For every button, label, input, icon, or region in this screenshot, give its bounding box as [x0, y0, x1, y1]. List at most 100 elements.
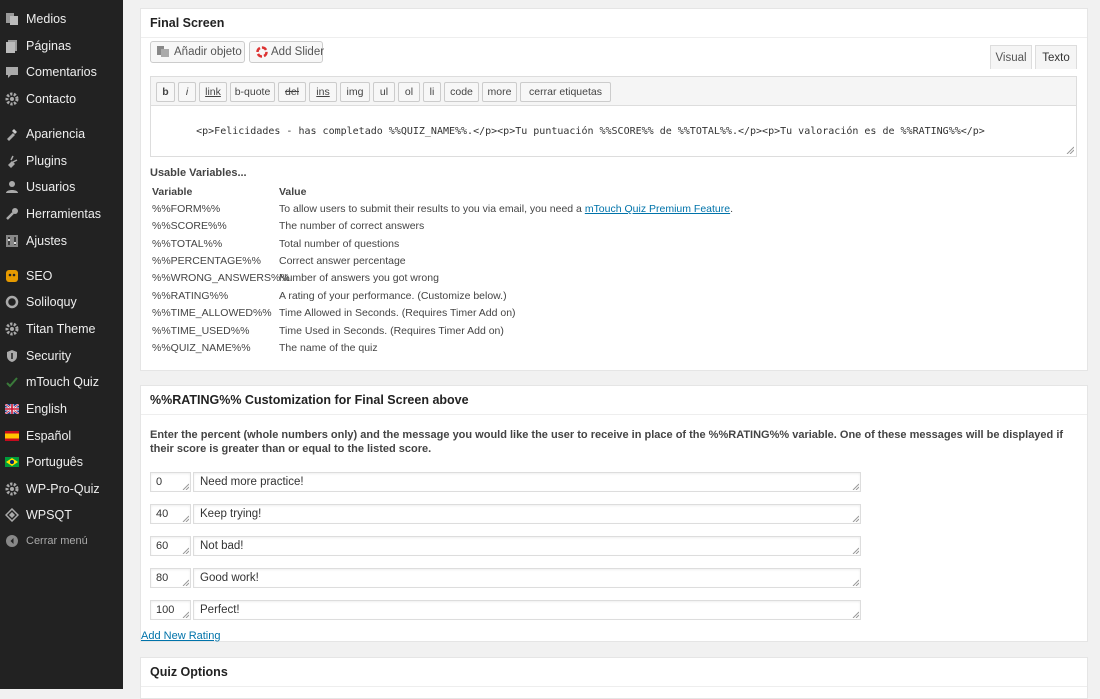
resize-handle-icon[interactable]: [1066, 146, 1074, 154]
sidebar-item-label: Titan Theme: [26, 322, 96, 336]
rating-message-input[interactable]: Not bad!: [193, 536, 861, 556]
users-icon: [5, 180, 19, 194]
quicktag-del-button[interactable]: del: [278, 82, 306, 102]
rating-message-value: Not bad!: [200, 540, 244, 552]
rating-box-title: %%RATING%% Customization for Final Scree…: [141, 386, 1087, 415]
quicktag-close-tags-button[interactable]: cerrar etiquetas: [520, 82, 611, 102]
quicktag-label: i: [185, 86, 189, 98]
quicktag-label: img: [346, 86, 364, 98]
resize-handle-icon[interactable]: [852, 515, 859, 522]
quicktag-ul-button[interactable]: ul: [373, 82, 395, 102]
final-screen-editor[interactable]: <p>Felicidades - has completado %%QUIZ_N…: [150, 105, 1077, 157]
tab-visual[interactable]: Visual: [990, 45, 1032, 69]
rating-percent-input[interactable]: 40: [150, 504, 191, 524]
add-object-button[interactable]: Añadir objeto: [150, 41, 245, 63]
sidebar-item-espanol[interactable]: Español: [0, 423, 123, 449]
quicktag-label: ins: [316, 86, 330, 98]
quicktag-b-button[interactable]: b: [156, 82, 175, 102]
sidebar-item-label: WPSQT: [26, 508, 72, 522]
quicktag-label: li: [429, 86, 435, 98]
sidebar-collapse-button[interactable]: Cerrar menú: [0, 528, 123, 554]
sidebar-item-mtouch-quiz[interactable]: mTouch Quiz: [0, 369, 123, 395]
rating-message-input[interactable]: Perfect!: [193, 600, 861, 620]
quicktag-ins-button[interactable]: ins: [309, 82, 337, 102]
variable-row: %%TIME_USED%% Time Used in Seconds. (Req…: [152, 325, 1052, 342]
seo-icon: [5, 269, 19, 283]
quicktag-li-button[interactable]: li: [423, 82, 441, 102]
sidebar-item-soliloquy[interactable]: Soliloquy: [0, 289, 123, 315]
quicktag-i-button[interactable]: i: [178, 82, 196, 102]
rating-message-value: Good work!: [200, 572, 259, 584]
quicktag-more-button[interactable]: more: [482, 82, 517, 102]
rating-percent-input[interactable]: 60: [150, 536, 191, 556]
sidebar-item-ajustes[interactable]: Ajustes: [0, 228, 123, 254]
resize-handle-icon[interactable]: [182, 611, 189, 618]
quicktag-img-button[interactable]: img: [340, 82, 370, 102]
sidebar-item-label: Ajustes: [26, 234, 67, 248]
rating-message-input[interactable]: Good work!: [193, 568, 861, 588]
resize-handle-icon[interactable]: [182, 547, 189, 554]
variable-row: %%QUIZ_NAME%% The name of the quiz: [152, 342, 1052, 359]
sidebar-item-contacto[interactable]: Contacto: [0, 86, 123, 112]
sidebar-item-paginas[interactable]: Páginas: [0, 33, 123, 59]
rating-description: Enter the percent (whole numbers only) a…: [150, 429, 1064, 455]
sidebar-item-english[interactable]: English: [0, 396, 123, 422]
variable-name: %%FORM%%: [152, 203, 221, 215]
rating-percent-input[interactable]: 80: [150, 568, 191, 588]
tab-text[interactable]: Texto: [1035, 45, 1077, 69]
sidebar-item-label: Português: [26, 455, 83, 469]
pages-icon: [5, 39, 19, 53]
sidebar-item-label: English: [26, 402, 67, 416]
resize-handle-icon[interactable]: [182, 483, 189, 490]
resize-handle-icon[interactable]: [182, 579, 189, 586]
rating-message-input[interactable]: Keep trying!: [193, 504, 861, 524]
add-object-label: Añadir objeto: [174, 46, 242, 58]
sidebar-item-label: Español: [26, 429, 72, 443]
resize-handle-icon[interactable]: [182, 515, 189, 522]
add-new-rating-link[interactable]: Add New Rating: [141, 630, 221, 642]
rating-message-input[interactable]: Need more practice!: [193, 472, 861, 492]
resize-handle-icon[interactable]: [852, 579, 859, 586]
quicktag-ol-button[interactable]: ol: [398, 82, 420, 102]
variable-row: %%FORM%% To allow users to submit their …: [152, 203, 1052, 220]
main-content: Final Screen Añadir objeto Add Slider Vi…: [123, 0, 1100, 699]
sidebar-item-label: Cerrar menú: [26, 535, 88, 547]
sidebar-item-wpsqt[interactable]: WPSQT: [0, 502, 123, 528]
brazil-flag-icon: [5, 455, 19, 469]
quicktag-bquote-button[interactable]: b-quote: [230, 82, 275, 102]
rating-percent-input[interactable]: 0: [150, 472, 191, 492]
rating-message-value: Perfect!: [200, 604, 240, 616]
resize-handle-icon[interactable]: [852, 547, 859, 554]
quicktag-label: more: [487, 86, 512, 98]
resize-handle-icon[interactable]: [852, 483, 859, 490]
variable-description: The name of the quiz: [279, 342, 378, 354]
sidebar-item-medios[interactable]: Medios: [0, 6, 123, 32]
sidebar-item-apariencia[interactable]: Apariencia: [0, 121, 123, 147]
variable-description-text: To allow users to submit their results t…: [279, 203, 585, 215]
sidebar-item-titan-theme[interactable]: Titan Theme: [0, 316, 123, 342]
comments-icon: [5, 65, 19, 79]
sidebar-item-label: Usuarios: [26, 180, 76, 194]
sidebar-item-label: Comentarios: [26, 65, 97, 79]
resize-handle-icon[interactable]: [852, 611, 859, 618]
sidebar-item-plugins[interactable]: Plugins: [0, 148, 123, 174]
sidebar-item-security[interactable]: Security: [0, 343, 123, 369]
sidebar-item-wp-pro-quiz[interactable]: WP-Pro-Quiz: [0, 476, 123, 502]
add-slider-button[interactable]: Add Slider: [249, 41, 324, 63]
rating-percent-input[interactable]: 100: [150, 600, 191, 620]
variable-row: %%RATING%% A rating of your performance.…: [152, 290, 1052, 307]
variable-name: %%WRONG_ANSWERS%%: [152, 272, 290, 284]
sidebar-item-comentarios[interactable]: Comentarios: [0, 59, 123, 85]
sidebar-item-usuarios[interactable]: Usuarios: [0, 174, 123, 200]
quicktag-code-button[interactable]: code: [444, 82, 479, 102]
sidebar-item-seo[interactable]: SEO: [0, 263, 123, 289]
quicktag-label: ul: [379, 86, 389, 98]
collapse-icon: [5, 534, 19, 548]
media-icon: [5, 12, 19, 26]
sidebar-item-herramientas[interactable]: Herramientas: [0, 201, 123, 227]
quicktag-link-button[interactable]: link: [199, 82, 227, 102]
media-icon: [157, 46, 170, 58]
value-column-header: Value: [279, 186, 307, 198]
sidebar-item-portugues[interactable]: Português: [0, 449, 123, 475]
premium-feature-link[interactable]: mTouch Quiz Premium Feature: [585, 203, 730, 215]
